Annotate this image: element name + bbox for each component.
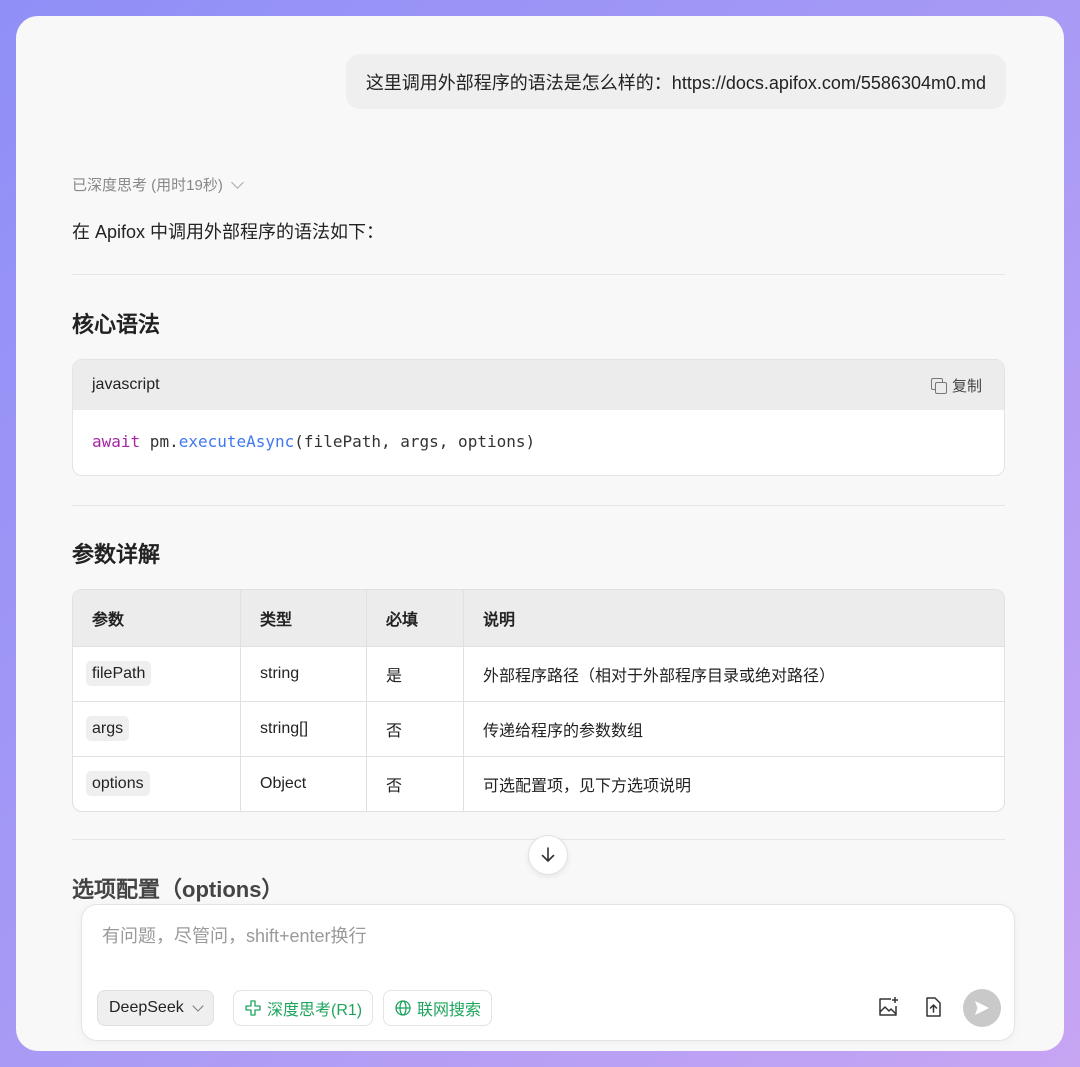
file-upload-icon xyxy=(926,997,941,1017)
model-label: DeepSeek xyxy=(109,999,184,1016)
upload-file-button[interactable] xyxy=(919,993,947,1021)
table-row: filePath string 是 外部程序路径（相对于外部程序目录或绝对路径） xyxy=(73,646,1004,701)
user-message-bubble: 这里调用外部程序的语法是怎么样的：https://docs.apifox.com… xyxy=(345,54,1006,109)
code-object: pm. xyxy=(140,432,179,451)
web-search-toggle[interactable]: 联网搜索 xyxy=(383,990,493,1026)
table-header: 类型 xyxy=(241,590,367,646)
send-button[interactable] xyxy=(963,989,1001,1027)
inline-code: filePath xyxy=(86,661,152,686)
thinking-label: 已深度思考 (用时19秒) xyxy=(72,177,223,194)
table-row: options Object 否 可选配置项，见下方选项说明 xyxy=(73,756,1004,811)
deep-think-label: 深度思考(R1) xyxy=(267,1002,363,1019)
table-cell-param: args xyxy=(73,701,241,756)
table-row: args string[] 否 传递给程序的参数数组 xyxy=(73,701,1004,756)
table-cell-required: 是 xyxy=(367,646,464,701)
code-block: javascript 复制 await pm.executeAsync(file… xyxy=(72,359,1005,476)
send-icon xyxy=(975,1001,989,1015)
table-cell-type: string[] xyxy=(241,701,367,756)
code-content: await pm.executeAsync(filePath, args, op… xyxy=(73,410,1004,473)
scroll-to-bottom-button[interactable] xyxy=(528,835,568,875)
code-language: javascript xyxy=(92,376,160,393)
code-method: executeAsync xyxy=(178,432,295,451)
arrow-down-icon xyxy=(541,847,555,862)
globe-icon xyxy=(395,1000,411,1016)
copy-icon xyxy=(930,377,947,394)
section-heading-params: 参数详解 xyxy=(72,542,161,567)
section-heading-options: 选项配置（options） xyxy=(72,877,284,902)
deep-think-toggle[interactable]: 深度思考(R1) xyxy=(233,990,374,1026)
code-args: (filePath, args, options) xyxy=(294,432,536,451)
chat-window: 这里调用外部程序的语法是怎么样的：https://docs.apifox.com… xyxy=(16,16,1064,1051)
message-input[interactable]: 有问题，尽管问，shift+enter换行 xyxy=(102,922,367,948)
table-cell-required: 否 xyxy=(367,756,464,811)
table-cell-desc: 可选配置项，见下方选项说明 xyxy=(464,756,1004,811)
table-header: 说明 xyxy=(464,590,1004,646)
divider xyxy=(72,505,1005,506)
table-cell-type: Object xyxy=(241,756,367,811)
thinking-toggle[interactable]: 已深度思考 (用时19秒) xyxy=(72,174,244,195)
table-cell-param: options xyxy=(73,756,241,811)
code-keyword: await xyxy=(92,432,141,451)
table-cell-required: 否 xyxy=(367,701,464,756)
inline-code: options xyxy=(86,771,150,796)
table-header: 参数 xyxy=(73,590,241,646)
image-add-icon xyxy=(879,997,898,1016)
inline-code: args xyxy=(86,716,130,741)
atom-icon xyxy=(245,1000,261,1016)
params-table: 参数 类型 必填 说明 filePath string 是 外部程序路径（相对于… xyxy=(72,589,1005,812)
user-message-text: 这里调用外部程序的语法是怎么样的：https://docs.apifox.com… xyxy=(365,72,986,93)
model-selector[interactable]: DeepSeek xyxy=(97,990,214,1026)
table-cell-desc: 外部程序路径（相对于外部程序目录或绝对路径） xyxy=(464,646,1004,701)
copy-button[interactable]: 复制 xyxy=(930,375,982,396)
copy-label: 复制 xyxy=(951,377,982,395)
table-header: 必填 xyxy=(367,590,464,646)
chevron-down-icon xyxy=(192,1000,204,1012)
table-cell-desc: 传递给程序的参数数组 xyxy=(464,701,1004,756)
upload-image-button[interactable] xyxy=(874,993,902,1021)
section-heading-core-syntax: 核心语法 xyxy=(72,312,161,337)
table-header-row: 参数 类型 必填 说明 xyxy=(73,590,1004,646)
table-cell-param: filePath xyxy=(73,646,241,701)
table-cell-type: string xyxy=(241,646,367,701)
web-search-label: 联网搜索 xyxy=(417,1002,482,1019)
chevron-down-icon xyxy=(230,176,244,189)
message-composer: 有问题，尽管问，shift+enter换行 DeepSeek 深度思考(R1) … xyxy=(81,904,1015,1041)
divider xyxy=(72,274,1005,275)
assistant-intro: 在 Apifox 中调用外部程序的语法如下： xyxy=(72,222,385,242)
code-block-header: javascript 复制 xyxy=(73,360,1004,410)
